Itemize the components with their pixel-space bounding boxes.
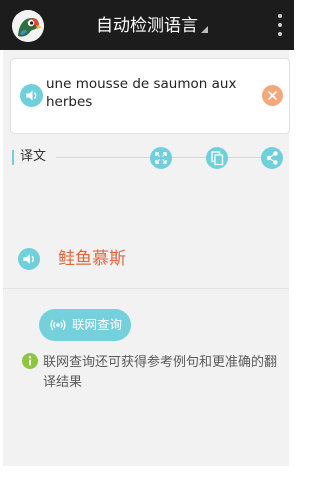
main-content: une mousse de saumon aux herbes 译文 鲑鱼慕斯 … [3, 50, 290, 466]
wifi-broadcast-icon [50, 319, 66, 331]
dropdown-caret-icon[interactable] [201, 26, 208, 33]
online-lookup-button[interactable]: 联网查询 [39, 309, 131, 341]
parrot-logo-icon [12, 10, 44, 42]
source-text[interactable]: une mousse de saumon aux herbes [46, 75, 251, 111]
online-lookup-hint: 联网查询还可获得参考例句和更准确的翻译结果 [43, 355, 278, 390]
share-icon[interactable] [261, 147, 283, 169]
app-top-bar: 自动检测语言 [0, 0, 294, 50]
language-selector-title[interactable]: 自动检测语言 [96, 13, 198, 39]
speaker-icon[interactable] [20, 84, 43, 107]
speaker-icon[interactable] [18, 248, 40, 270]
translation-header: 译文 [10, 144, 290, 172]
overflow-menu-icon[interactable] [274, 14, 286, 40]
accent-bar [12, 150, 14, 165]
section-divider [3, 288, 289, 289]
translation-result-text: 鲑鱼慕斯 [58, 249, 126, 269]
fullscreen-icon[interactable] [150, 147, 172, 169]
copy-icon[interactable] [206, 147, 228, 169]
info-icon [22, 353, 38, 369]
translation-label: 译文 [20, 149, 47, 164]
online-lookup-label: 联网查询 [72, 317, 123, 332]
close-icon[interactable] [262, 85, 283, 106]
source-input-card[interactable]: une mousse de saumon aux herbes [10, 58, 290, 134]
